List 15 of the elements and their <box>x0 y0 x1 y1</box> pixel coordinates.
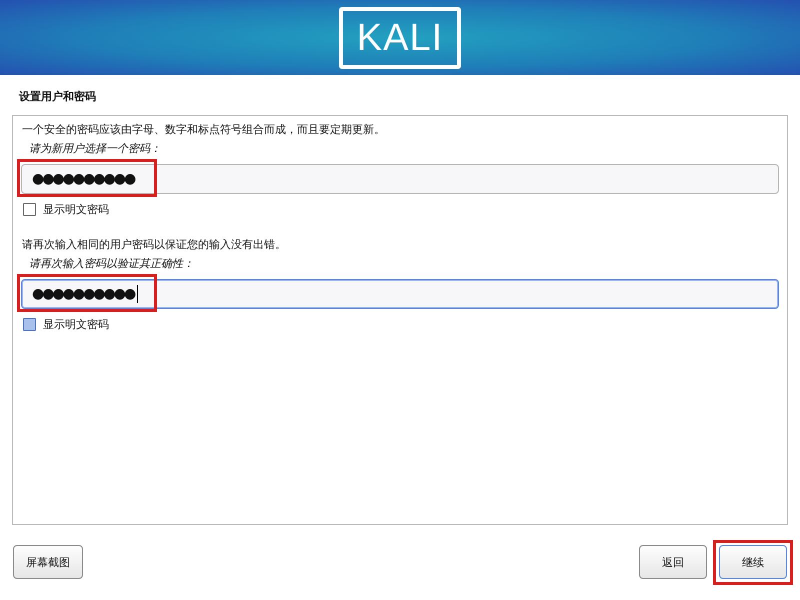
checkbox-label: 显示明文密码 <box>43 202 109 217</box>
checkbox-label: 显示明文密码 <box>43 317 109 332</box>
field-label: 请为新用户选择一个密码： <box>29 141 162 156</box>
password-field[interactable]: ●●●●●●●●●● <box>21 279 779 309</box>
page-title: 设置用户和密码 <box>18 89 97 105</box>
back-button[interactable]: 返回 <box>639 545 707 579</box>
field-label: 请再次输入密码以验证其正确性： <box>29 256 195 271</box>
hint-text: 请再次输入相同的用户密码以保证您的输入没有出错。 <box>22 237 287 252</box>
hint-text: 一个安全的密码应该由字母、数字和标点符号组合而成，而且要定期更新。 <box>22 122 386 137</box>
screenshot-button[interactable]: 屏幕截图 <box>13 545 83 579</box>
checkbox[interactable] <box>23 203 36 216</box>
checkbox[interactable] <box>23 318 36 331</box>
logo: KALI <box>338 6 462 68</box>
password-field[interactable]: ●●●●●●●●●● <box>21 164 779 194</box>
continue-button[interactable]: 继续 <box>719 545 787 579</box>
